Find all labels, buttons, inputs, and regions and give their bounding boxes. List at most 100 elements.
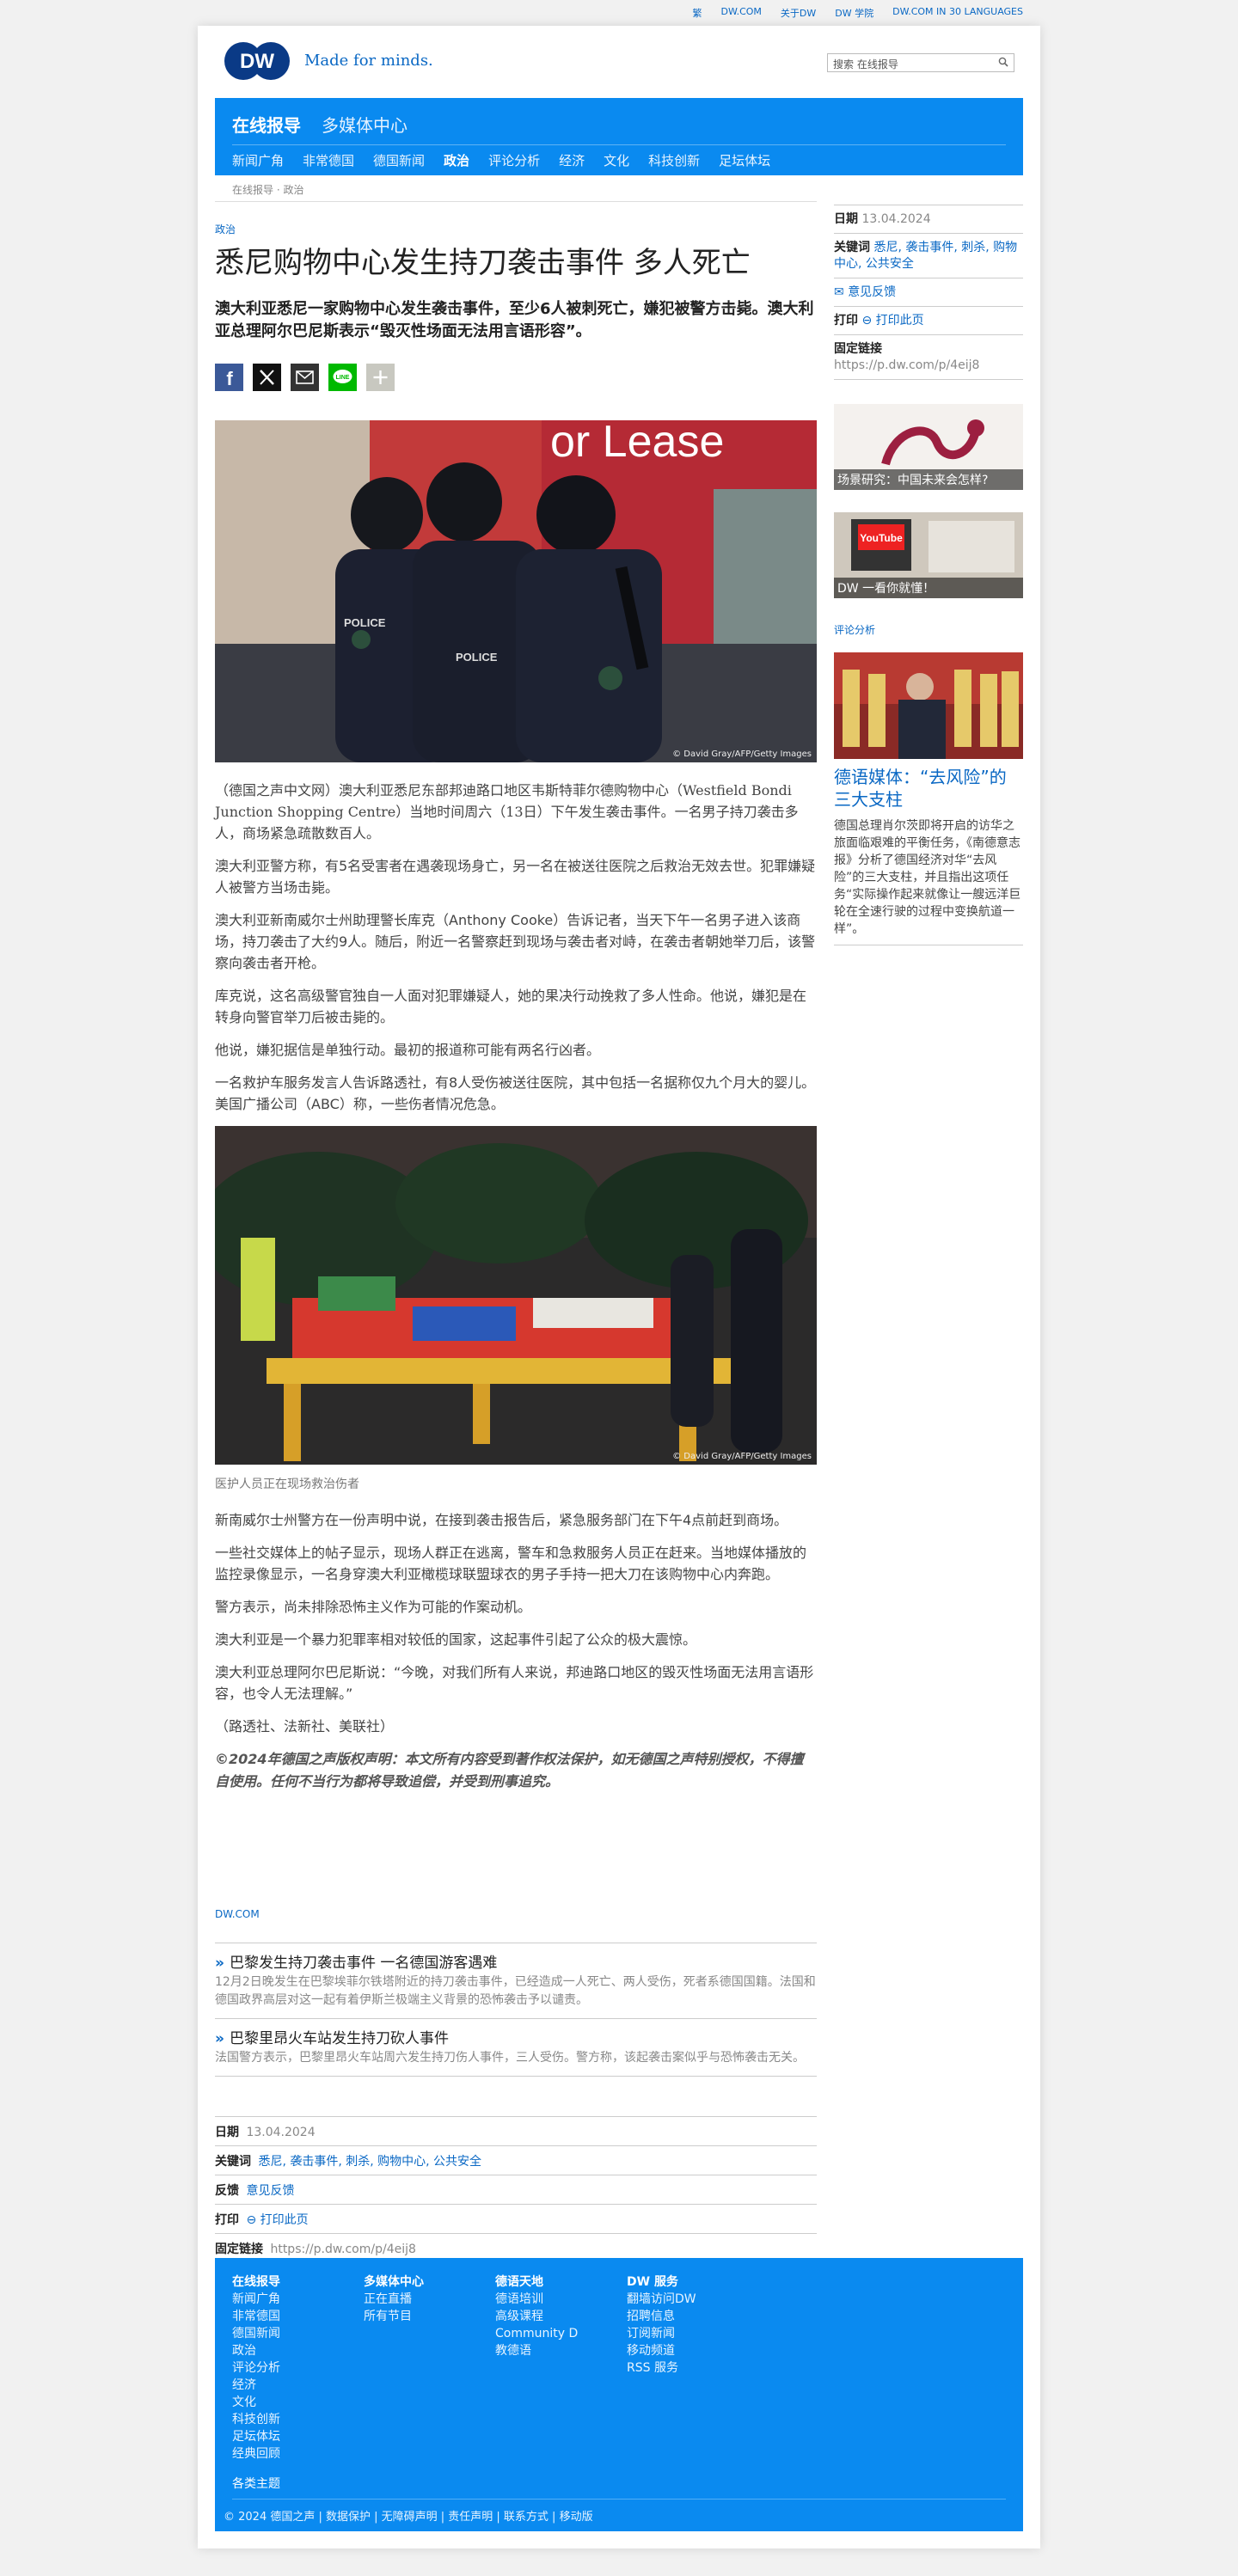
- print-icon[interactable]: ⊖: [246, 2213, 256, 2227]
- footer-topics[interactable]: 各类主题: [232, 2475, 280, 2492]
- nav-item-german-news[interactable]: 德国新闻: [373, 151, 425, 169]
- footer-col-services: DW 服务 翻墙访问DW 招聘信息 订阅新闻 移动频道 RSS 服务: [627, 2273, 696, 2377]
- sidebar-feedback-row: ✉ 意见反馈: [834, 278, 1023, 306]
- related-desc: 12月2日晚发生在巴黎埃菲尔铁塔附近的持刀袭击事件，已经造成一人死亡、两人受伤，…: [215, 1975, 816, 2007]
- footer-link[interactable]: 文化: [232, 2394, 280, 2411]
- top-link-dw-com[interactable]: DW.COM: [721, 6, 762, 20]
- footer-col-head[interactable]: 在线报导: [232, 2273, 280, 2291]
- related-title[interactable]: 巴黎里昂火车站发生持刀砍人事件: [230, 2030, 449, 2047]
- sidebar-date-label: 日期: [834, 212, 858, 226]
- related-item[interactable]: » 巴黎里昂火车站发生持刀砍人事件 法国警方表示，巴黎里昂火车站周六发生持刀伤人事…: [215, 2018, 817, 2077]
- footer-link[interactable]: 所有节目: [364, 2308, 424, 2325]
- top-link-languages[interactable]: DW.COM IN 30 LANGUAGES: [892, 6, 1023, 20]
- sidebar-permalink-row: 固定链接 https://p.dw.com/p/4eij8: [834, 334, 1023, 380]
- footer-link[interactable]: 经济: [232, 2377, 280, 2394]
- meta-date-row: 日期 13.04.2024: [215, 2116, 817, 2145]
- sidebar-feedback-link[interactable]: 意见反馈: [848, 285, 896, 299]
- nav-item-sports[interactable]: 足坛体坛: [719, 151, 770, 169]
- footer-link[interactable]: 教德语: [495, 2342, 578, 2359]
- footer-legal[interactable]: © 2024 德国之声 | 数据保护 | 无障碍声明 | 责任声明 | 联系方式…: [224, 2507, 593, 2524]
- sidebar-print-link[interactable]: 打印此页: [876, 314, 924, 327]
- footer-link[interactable]: 移动频道: [627, 2342, 696, 2359]
- footer-col-media: 多媒体中心 正在直播 所有节目: [364, 2273, 424, 2325]
- search-input[interactable]: 搜索 在线报导: [827, 53, 1014, 72]
- opinion-image[interactable]: [834, 652, 1023, 759]
- nav-section-media[interactable]: 多媒体中心: [322, 112, 408, 137]
- article-paragraph: （德国之声中文网）澳大利亚悉尼东部邦迪路口地区韦斯特菲尔德购物中心（Westfi…: [215, 782, 799, 841]
- dw-logo[interactable]: DW: [224, 41, 291, 81]
- footer-link[interactable]: 足坛体坛: [232, 2428, 280, 2445]
- nav-item-germany[interactable]: 非常德国: [303, 151, 354, 169]
- meta-keywords[interactable]: 悉尼, 袭击事件, 刺杀, 购物中心, 公共安全: [258, 2155, 481, 2169]
- email-icon[interactable]: [291, 364, 319, 391]
- meta-permalink-label: 固定链接: [215, 2243, 263, 2256]
- footer-col-head[interactable]: 多媒体中心: [364, 2273, 424, 2291]
- nav-item-news[interactable]: 新闻广角: [232, 151, 284, 169]
- nav-section-online[interactable]: 在线报导: [232, 112, 301, 137]
- sidebar-keywords-row: 关键词 悉尼, 袭击事件, 刺杀, 购物中心, 公共安全: [834, 233, 1023, 278]
- footer-link[interactable]: 翻墙访问DW: [627, 2291, 696, 2308]
- article-paragraph: 一名救护车服务发言人告诉路透社，有8人受伤被送往医院，其中包括一名据称仅九个月大…: [215, 1074, 816, 1112]
- x-icon[interactable]: [253, 364, 281, 391]
- footer-link[interactable]: 科技创新: [232, 2411, 280, 2428]
- footer-link[interactable]: 正在直播: [364, 2291, 424, 2308]
- top-link-traditional[interactable]: 繁: [693, 6, 702, 20]
- print-icon[interactable]: ⊖: [861, 314, 872, 327]
- article-lead: 澳大利亚悉尼一家购物中心发生袭击事件，至少6人被刺死亡，嫌犯被警方击毙。澳大利亚…: [215, 300, 814, 340]
- footer-link[interactable]: 评论分析: [232, 2359, 280, 2377]
- line-icon[interactable]: LINE: [328, 364, 357, 391]
- print-link[interactable]: 打印此页: [260, 2213, 309, 2227]
- footer-link[interactable]: 经典回顾: [232, 2445, 280, 2463]
- footer-link[interactable]: 高级课程: [495, 2308, 578, 2325]
- nav-item-culture[interactable]: 文化: [604, 151, 629, 169]
- breadcrumb-divider: [215, 201, 817, 202]
- footer-col-head[interactable]: 德语天地: [495, 2273, 578, 2291]
- chevron-right-icon: »: [215, 1955, 224, 1972]
- search-icon[interactable]: [998, 57, 1008, 67]
- related-title[interactable]: 巴黎发生持刀袭击事件 一名德国游客遇难: [230, 1955, 497, 1972]
- related-item[interactable]: » 巴黎发生持刀袭击事件 一名德国游客遇难 12月2日晚发生在巴黎埃菲尔铁塔附近的…: [215, 1943, 817, 2018]
- promo-title[interactable]: 场景研究：中国未来会怎样?: [834, 469, 1023, 490]
- footer-link[interactable]: 新闻广角: [232, 2291, 280, 2308]
- nav-item-economy[interactable]: 经济: [559, 151, 585, 169]
- opinion-title[interactable]: 德语媒体：“去风险”的三大支柱: [834, 766, 1023, 811]
- photo2-credit: © David Gray/AFP/Getty Images: [672, 1452, 812, 1461]
- svg-text:YouTube: YouTube: [860, 532, 903, 544]
- breadcrumb[interactable]: 在线报导 · 政治: [232, 182, 817, 197]
- opinion-kicker[interactable]: 评论分析: [834, 622, 1023, 637]
- footer-link[interactable]: 订阅新闻: [627, 2325, 696, 2342]
- promo-dw-explainer[interactable]: YouTube DW 一看你就懂！: [834, 512, 1023, 598]
- footer-link[interactable]: RSS 服务: [627, 2359, 696, 2377]
- top-bar: 繁 DW.COM 关于DW DW 学院 DW.COM IN 30 LANGUAG…: [0, 0, 1238, 22]
- footer-link[interactable]: 政治: [232, 2342, 280, 2359]
- feedback-link[interactable]: 意见反馈: [246, 2184, 294, 2198]
- footer-link[interactable]: 招聘信息: [627, 2308, 696, 2325]
- footer-link[interactable]: Community D: [495, 2325, 578, 2342]
- top-link-about[interactable]: 关于DW: [781, 6, 816, 20]
- nav-item-politics[interactable]: 政治: [444, 151, 469, 169]
- top-link-academy[interactable]: DW 学院: [835, 6, 873, 20]
- article-paragraph: 澳大利亚总理阿尔巴尼斯说：“今晚，对我们所有人来说，邦迪路口地区的毁灭性场面无法…: [215, 1664, 814, 1702]
- promo-title[interactable]: DW 一看你就懂！: [834, 578, 1023, 598]
- share-bar: f LINE: [215, 364, 817, 391]
- photo1-credit: © David Gray/AFP/Getty Images: [672, 750, 812, 759]
- facebook-icon[interactable]: f: [215, 364, 243, 391]
- sidebar-permalink-label: 固定链接: [834, 342, 882, 356]
- nav-item-tech[interactable]: 科技创新: [648, 151, 700, 169]
- sidebar-permalink[interactable]: https://p.dw.com/p/4eij8: [834, 358, 979, 372]
- article-kicker[interactable]: 政治: [215, 222, 817, 236]
- mail-icon[interactable]: ✉: [834, 285, 844, 299]
- nav-item-commentary[interactable]: 评论分析: [488, 151, 540, 169]
- footer-link[interactable]: 非常德国: [232, 2308, 280, 2325]
- footer-link[interactable]: 德国新闻: [232, 2325, 280, 2342]
- sidebar: 日期 13.04.2024 关键词 悉尼, 袭击事件, 刺杀, 购物中心, 公共…: [834, 205, 1023, 945]
- footer-link[interactable]: 德语培训: [495, 2291, 578, 2308]
- meta-keywords-label: 关键词: [215, 2155, 251, 2169]
- related-label[interactable]: DW.COM: [215, 1908, 817, 1920]
- article-headline: 悉尼购物中心发生持刀袭击事件 多人死亡: [215, 246, 751, 280]
- permalink[interactable]: https://p.dw.com/p/4eij8: [270, 2243, 415, 2256]
- nav-divider: [232, 144, 1006, 145]
- promo-china-future[interactable]: 场景研究：中国未来会怎样?: [834, 404, 1023, 490]
- footer-col-head[interactable]: DW 服务: [627, 2273, 696, 2291]
- more-icon[interactable]: [366, 364, 395, 391]
